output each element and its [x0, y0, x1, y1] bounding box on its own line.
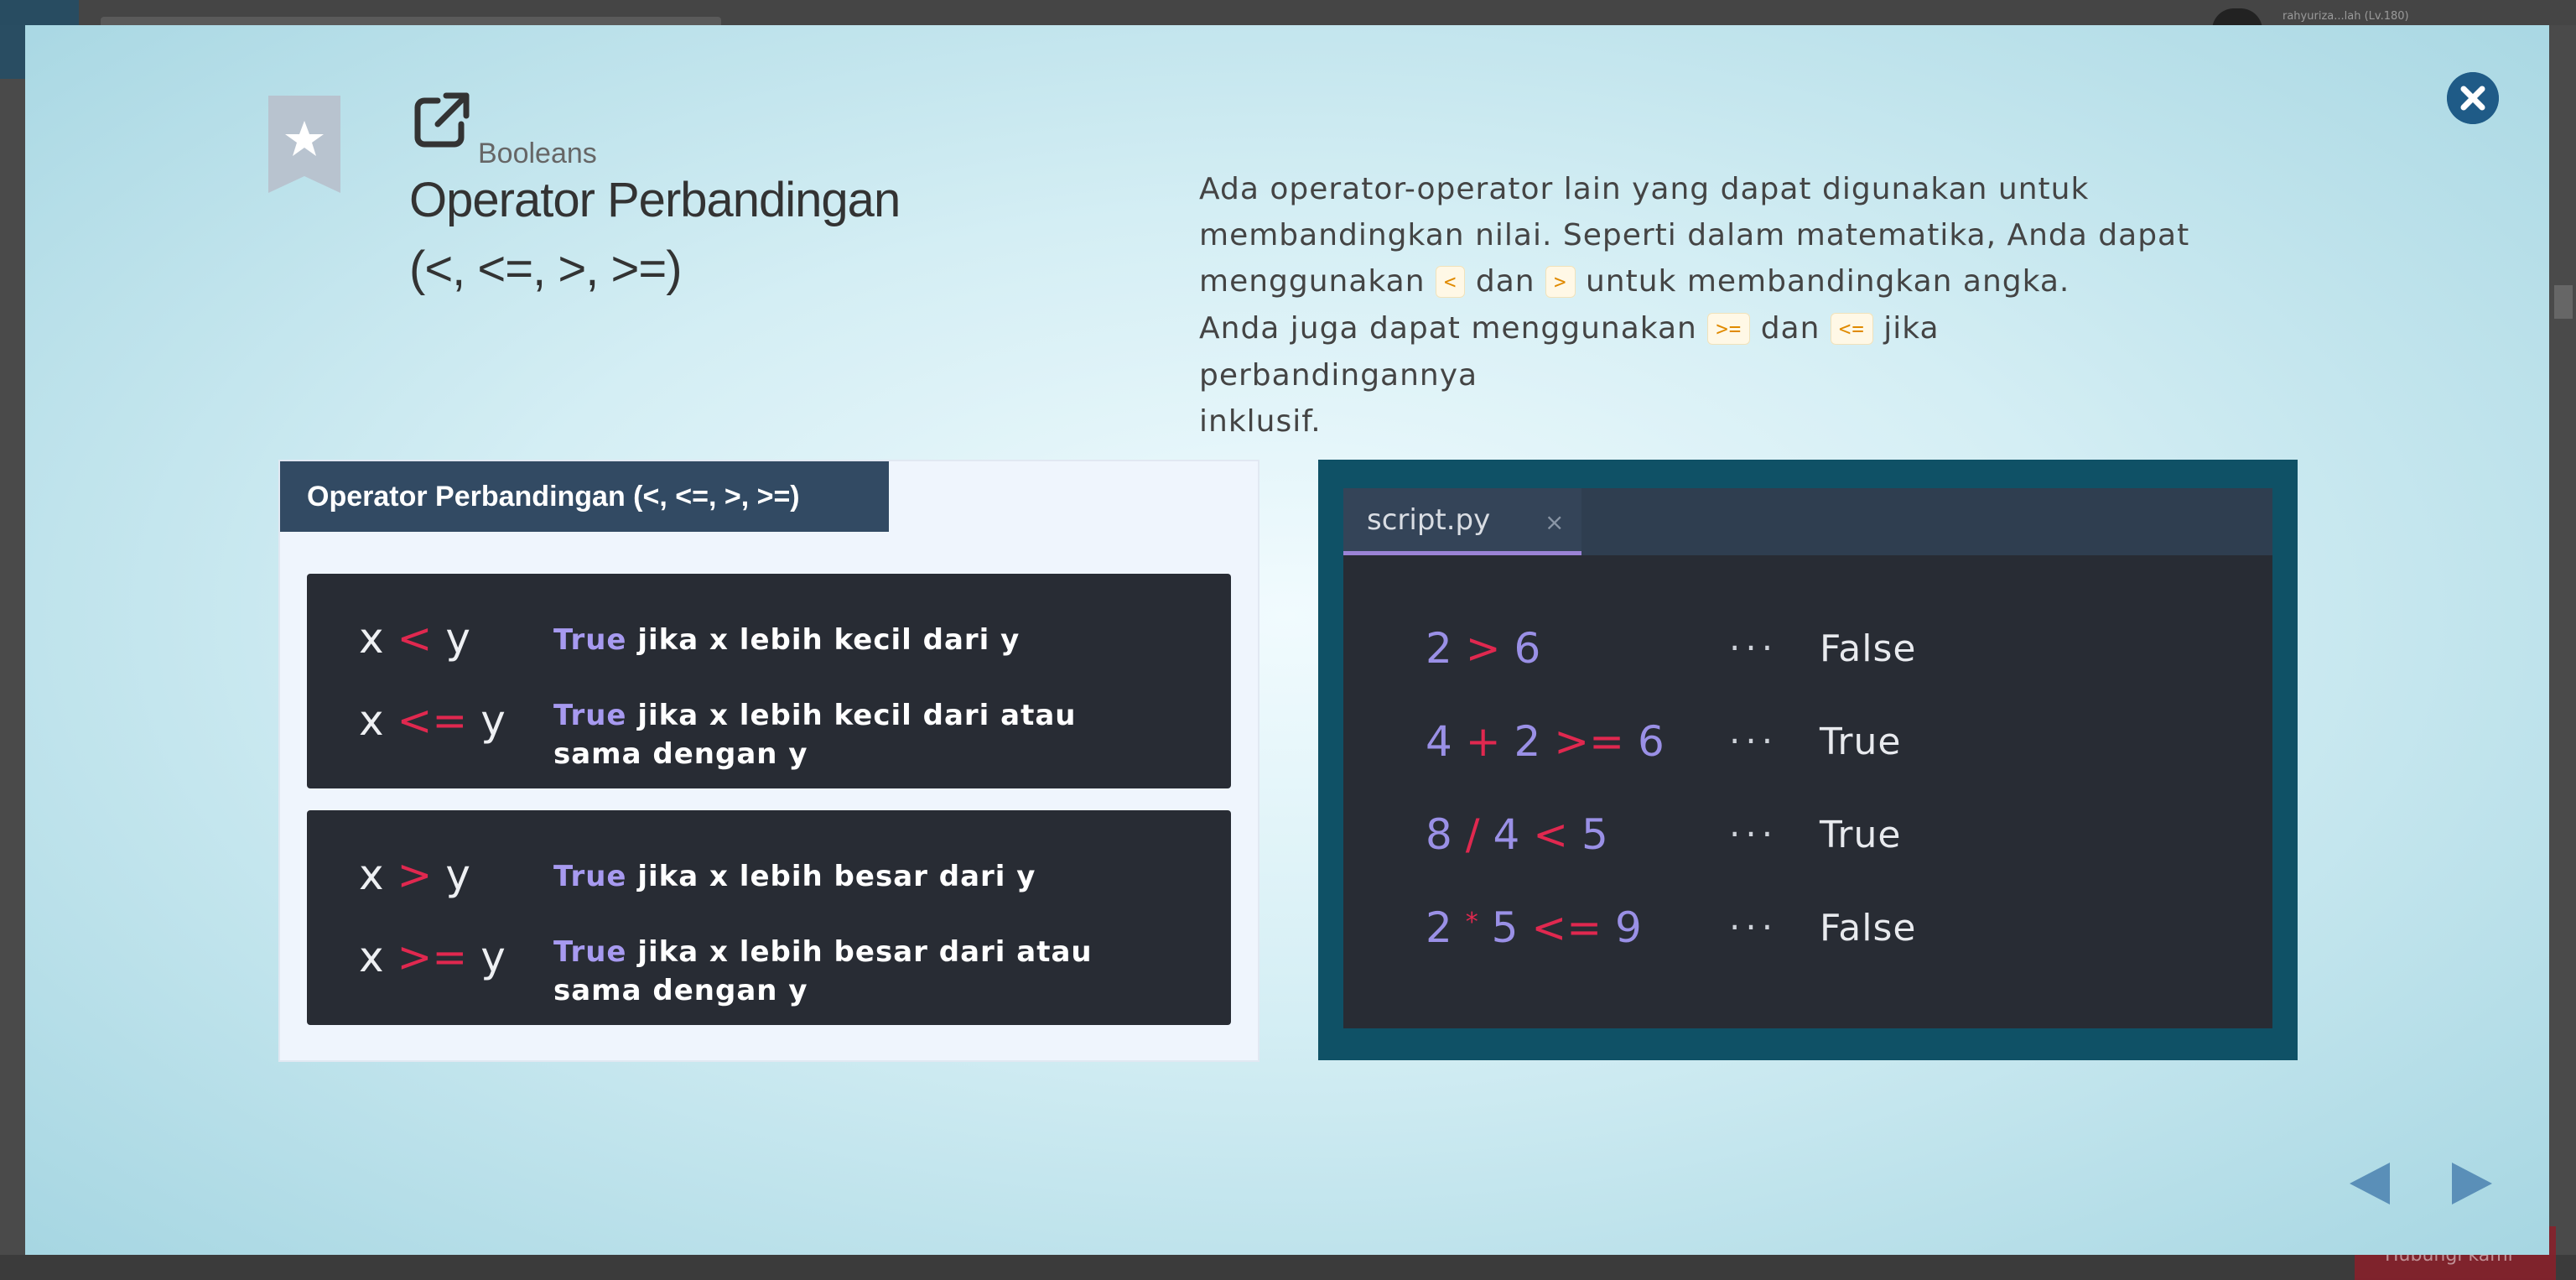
code-editor-frame: script.py × 2 > 6 ··· False 4 + 2 >= 6 ·…	[1318, 460, 2298, 1060]
desc-line: menggunakan < dan > untuk membandingkan …	[1199, 258, 2222, 305]
operator-expression: x >= y	[359, 933, 506, 981]
code-line: 8 / 4 < 5 ··· True	[1426, 810, 2247, 869]
code-expression: 2 * 5 <= 9	[1426, 903, 1642, 952]
operand: y	[480, 696, 506, 745]
tab-close-icon[interactable]: ×	[1545, 508, 1564, 536]
operator-description: True jika x lebih besar dari y	[553, 857, 1157, 896]
operand: x	[359, 851, 384, 899]
operator-expression: x < y	[359, 614, 470, 663]
inline-code: <	[1435, 266, 1466, 298]
inline-code: >	[1545, 266, 1576, 298]
description-text: jika x lebih kecil dari y	[637, 623, 1021, 657]
operand: y	[445, 851, 470, 899]
app-bottom-bar	[0, 1255, 2576, 1280]
desc-line: Anda juga dapat menggunakan >= dan <= ji…	[1199, 305, 2222, 398]
cheatsheet-title: Operator Perbandingan (<, <=, >, >=)	[280, 461, 889, 532]
editor-tabbar: script.py ×	[1343, 488, 2272, 555]
true-keyword: True	[553, 699, 627, 732]
close-icon[interactable]	[2447, 72, 2499, 124]
code-line: 2 > 6 ··· False	[1426, 624, 2247, 683]
cheatsheet-card: Operator Perbandingan (<, <=, >, >=) x <…	[278, 460, 1259, 1062]
desc-line: inklusif.	[1199, 404, 1322, 439]
prev-arrow-icon[interactable]	[2348, 1161, 2392, 1206]
operator-expression: x <= y	[359, 696, 506, 745]
code-expression: 2 > 6	[1426, 624, 1541, 673]
operand: x	[359, 614, 384, 663]
output-result: False	[1820, 907, 1917, 950]
description-text: jika x lebih besar dari atau sama dengan…	[553, 935, 1093, 1007]
tab-script-py[interactable]: script.py ×	[1343, 488, 1581, 555]
lesson-modal: Booleans Operator Perbandingan (<, <=, >…	[25, 25, 2549, 1255]
output-dots: ···	[1729, 721, 1779, 762]
operand: y	[445, 614, 470, 663]
code-line: 4 + 2 >= 6 ··· True	[1426, 717, 2247, 776]
operator: <	[397, 614, 433, 663]
desc-text: untuk membandingkan angka.	[1585, 264, 2070, 299]
desc-line: Ada operator-operator lain yang dapat di…	[1199, 172, 2090, 206]
output-result: True	[1820, 814, 1902, 856]
external-link-icon	[414, 92, 470, 148]
output-result: True	[1820, 721, 1902, 763]
user-name-label: rahyuriza...lah (Lv.180)	[2283, 10, 2409, 23]
lesson-title: Operator Perbandingan (<, <=, >, >=)	[409, 166, 1013, 304]
operator: <=	[397, 696, 468, 745]
cheatsheet-box-less: x < y True jika x lebih kecil dari y x <…	[307, 574, 1231, 788]
operator-expression: x > y	[359, 851, 470, 899]
output-result: False	[1820, 627, 1917, 670]
inline-code: >=	[1707, 313, 1751, 345]
operator: >=	[397, 933, 468, 981]
operand: x	[359, 696, 384, 745]
true-keyword: True	[553, 935, 627, 969]
code-editor: script.py × 2 > 6 ··· False 4 + 2 >= 6 ·…	[1343, 488, 2272, 1028]
cheatsheet-box-greater: x > y True jika x lebih besar dari y x >…	[307, 810, 1231, 1025]
output-dots: ···	[1729, 814, 1779, 855]
output-dots: ···	[1729, 907, 1779, 948]
desc-text: menggunakan	[1199, 264, 1426, 299]
inline-code: <=	[1830, 313, 1873, 345]
desc-text: dan	[1760, 311, 1820, 346]
desc-text: Anda juga dapat menggunakan	[1199, 311, 1697, 346]
scrollbar-thumb[interactable]	[2554, 285, 2573, 319]
lesson-title-line1: Operator Perbandingan	[409, 173, 901, 227]
desc-line: membandingkan nilai. Seperti dalam matem…	[1199, 218, 2190, 252]
code-expression: 8 / 4 < 5	[1426, 810, 1608, 859]
lesson-title-line2: (<, <=, >, >=)	[409, 242, 683, 296]
output-dots: ···	[1729, 627, 1779, 669]
description-text: jika x lebih kecil dari atau sama dengan…	[553, 699, 1077, 771]
operator-description: True jika x lebih kecil dari atau sama d…	[553, 696, 1157, 773]
true-keyword: True	[553, 623, 627, 657]
operand: x	[359, 933, 384, 981]
bookmark-star-icon[interactable]	[268, 96, 340, 193]
true-keyword: True	[553, 860, 627, 893]
operand: y	[480, 933, 506, 981]
description-text: jika x lebih besar dari y	[637, 860, 1036, 893]
desc-text: dan	[1475, 264, 1535, 299]
lesson-description: Ada operator-operator lain yang dapat di…	[1199, 166, 2222, 445]
tab-label: script.py	[1367, 503, 1491, 537]
operator-description: True jika x lebih besar dari atau sama d…	[553, 933, 1157, 1010]
operator: >	[397, 851, 433, 899]
operator-description: True jika x lebih kecil dari y	[553, 621, 1157, 659]
next-arrow-icon[interactable]	[2450, 1161, 2494, 1206]
code-line: 2 * 5 <= 9 ··· False	[1426, 903, 2247, 962]
code-expression: 4 + 2 >= 6	[1426, 717, 1665, 766]
